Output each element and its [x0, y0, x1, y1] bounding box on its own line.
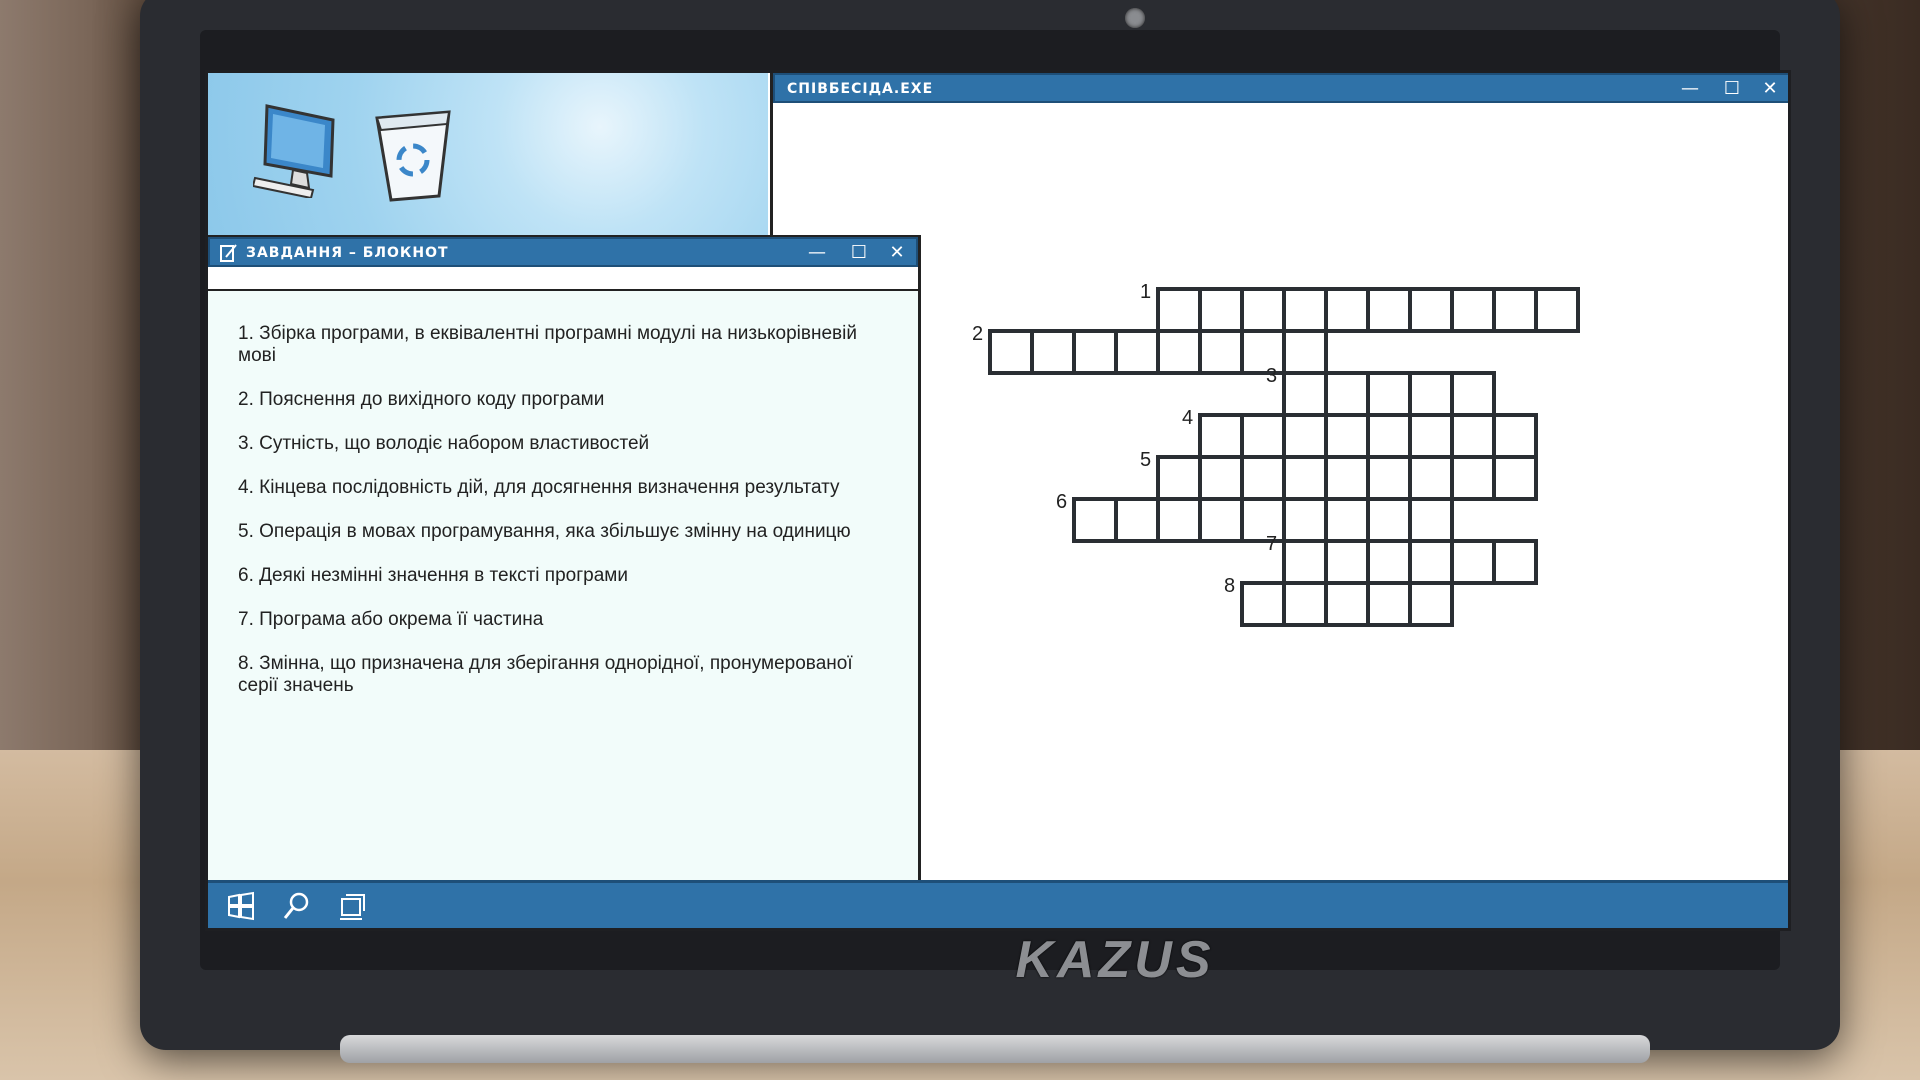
- crossword-cell[interactable]: [1366, 497, 1412, 543]
- crossword-cell[interactable]: [1450, 413, 1496, 459]
- crossword-cell[interactable]: [1324, 371, 1370, 417]
- clue-7: 7. Програма або окрема її частина: [238, 609, 544, 630]
- notepad-icon: [220, 244, 237, 262]
- crossword-cell[interactable]: [1408, 497, 1454, 543]
- crossword-cell[interactable]: [1240, 497, 1286, 543]
- background-wall-left: [0, 0, 150, 760]
- maximize-button[interactable]: ☐: [844, 241, 874, 265]
- crossword-cell[interactable]: [1366, 455, 1412, 501]
- crossword-cell[interactable]: [1408, 287, 1454, 333]
- crossword-cell[interactable]: [1282, 581, 1328, 627]
- crossword-cell[interactable]: [1492, 455, 1538, 501]
- crossword-cell[interactable]: [1408, 455, 1454, 501]
- maximize-button[interactable]: ☐: [1717, 77, 1747, 101]
- clue-6: 6. Деякі незмінні значення в тексті прог…: [238, 565, 628, 586]
- crossword-cell[interactable]: [1492, 413, 1538, 459]
- laptop-screen: СПІВБЕСІДА.EXE — ☐ ✕ 12345678 ЗАВДАННЯ –…: [205, 70, 1791, 931]
- crossword-cell[interactable]: [1366, 539, 1412, 585]
- crossword-cell[interactable]: [1072, 329, 1118, 375]
- crossword-cell[interactable]: [1156, 455, 1202, 501]
- clue-2: 2. Пояснення до вихідного коду програми: [238, 389, 605, 410]
- recycle-bin-icon[interactable]: [373, 108, 453, 203]
- crossword-cell[interactable]: [1450, 539, 1496, 585]
- task-view-icon[interactable]: [338, 891, 368, 921]
- crossword-cell[interactable]: [1492, 539, 1538, 585]
- crossword-cell[interactable]: [1450, 287, 1496, 333]
- crossword-cell[interactable]: [1324, 413, 1370, 459]
- minimize-button[interactable]: —: [1675, 77, 1705, 101]
- crossword-cell[interactable]: [1030, 329, 1076, 375]
- interview-titlebar[interactable]: СПІВБЕСІДА.EXE — ☐ ✕: [773, 73, 1788, 103]
- crossword-cell[interactable]: [1366, 287, 1412, 333]
- crossword-cell[interactable]: [1282, 539, 1328, 585]
- crossword-cell[interactable]: [1198, 497, 1244, 543]
- crossword-cell[interactable]: [1198, 455, 1244, 501]
- crossword-cell[interactable]: [1072, 497, 1118, 543]
- notepad-window-title: ЗАВДАННЯ – БЛОКНОТ: [246, 245, 449, 261]
- minimize-button[interactable]: —: [802, 241, 832, 265]
- crossword-cell[interactable]: [1198, 287, 1244, 333]
- crossword-cell[interactable]: [1324, 497, 1370, 543]
- crossword-cell[interactable]: [1240, 413, 1286, 459]
- crossword-cell[interactable]: [1324, 287, 1370, 333]
- crossword-cell[interactable]: [1408, 371, 1454, 417]
- crossword-cell[interactable]: [1114, 329, 1160, 375]
- crossword-cell[interactable]: [1282, 329, 1328, 375]
- taskbar: [208, 880, 1788, 928]
- interview-window-title: СПІВБЕСІДА.EXE: [787, 81, 934, 97]
- crossword-cell[interactable]: [1240, 329, 1286, 375]
- crossword-cell[interactable]: [1324, 455, 1370, 501]
- crossword-cell[interactable]: [1240, 287, 1286, 333]
- desktop-wallpaper: [208, 73, 768, 253]
- crossword-cell[interactable]: [1408, 539, 1454, 585]
- start-icon[interactable]: [226, 891, 256, 921]
- crossword-cell[interactable]: [1366, 371, 1412, 417]
- notepad-titlebar[interactable]: ЗАВДАННЯ – БЛОКНОТ — ☐ ✕: [208, 237, 918, 267]
- close-button[interactable]: ✕: [882, 241, 912, 265]
- crossword-cell[interactable]: [1282, 455, 1328, 501]
- crossword-cell[interactable]: [1282, 497, 1328, 543]
- search-icon[interactable]: [282, 891, 312, 921]
- crossword-cell[interactable]: [988, 329, 1034, 375]
- crossword-cell[interactable]: [1156, 287, 1202, 333]
- crossword-cell[interactable]: [1492, 287, 1538, 333]
- crossword-cell[interactable]: [1282, 413, 1328, 459]
- webcam: [1125, 8, 1145, 28]
- crossword-cell[interactable]: [1240, 581, 1286, 627]
- clue-8: 8. Змінна, що призначена для зберігання …: [238, 653, 853, 696]
- clue-3: 3. Сутність, що володіє набором властиво…: [238, 433, 650, 454]
- crossword-cell[interactable]: [1282, 371, 1328, 417]
- crossword-cell[interactable]: [1408, 413, 1454, 459]
- crossword-cell[interactable]: [1366, 413, 1412, 459]
- crossword-cell[interactable]: [1450, 455, 1496, 501]
- clue-list: 1. Збірка програми, в еквівалентні прогр…: [238, 323, 878, 719]
- crossword-cell[interactable]: [1324, 581, 1370, 627]
- clue-1: 1. Збірка програми, в еквівалентні прогр…: [238, 323, 857, 366]
- crossword-cell[interactable]: [1282, 287, 1328, 333]
- notepad-menubar: [208, 267, 918, 291]
- crossword-cell[interactable]: [1114, 497, 1160, 543]
- crossword-cell[interactable]: [1240, 455, 1286, 501]
- crossword-cell[interactable]: [1366, 581, 1412, 627]
- laptop-hinge: [340, 1035, 1650, 1063]
- crossword-cell[interactable]: [1450, 371, 1496, 417]
- notepad-window: ЗАВДАННЯ – БЛОКНОТ — ☐ ✕ 1. Збірка прогр…: [208, 235, 921, 887]
- clue-4: 4. Кінцева послідовність дій, для досягн…: [238, 477, 840, 498]
- clue-5: 5. Операція в мовах програмування, яка з…: [238, 521, 851, 542]
- crossword-cell[interactable]: [1156, 329, 1202, 375]
- crossword-cell[interactable]: [1324, 539, 1370, 585]
- crossword-cell[interactable]: [1156, 497, 1202, 543]
- close-button[interactable]: ✕: [1755, 77, 1785, 101]
- crossword-cell[interactable]: [1408, 581, 1454, 627]
- computer-icon[interactable]: [253, 98, 343, 198]
- laptop-brand-logo: KAZUS: [1015, 931, 1215, 989]
- crossword-cell[interactable]: [1198, 413, 1244, 459]
- crossword-cell[interactable]: [1198, 329, 1244, 375]
- crossword-cell[interactable]: [1534, 287, 1580, 333]
